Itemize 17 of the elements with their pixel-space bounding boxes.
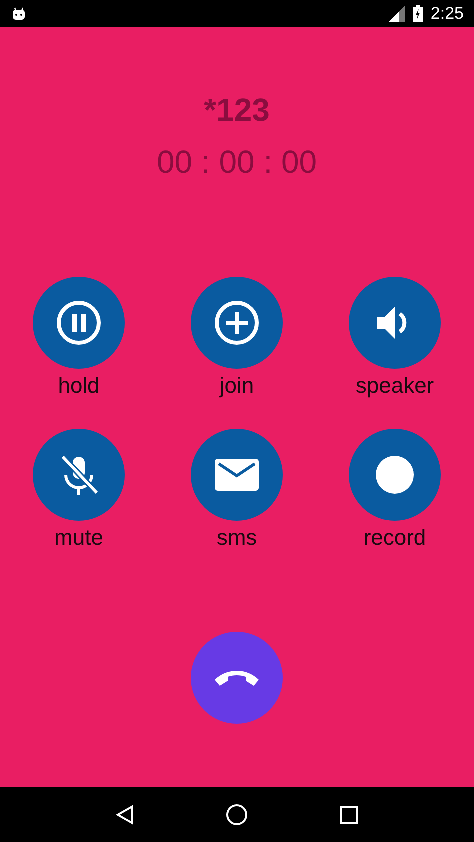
battery-icon bbox=[412, 5, 423, 22]
add-icon bbox=[213, 299, 261, 347]
action-label: record bbox=[364, 525, 426, 551]
action-label: mute bbox=[54, 525, 104, 551]
signal-icon bbox=[388, 6, 405, 22]
recents-icon[interactable] bbox=[340, 806, 358, 824]
android-icon bbox=[12, 6, 26, 20]
action-label: speaker bbox=[356, 373, 434, 399]
home-icon[interactable] bbox=[226, 804, 248, 826]
clock-time: 2:25 bbox=[430, 2, 464, 25]
phone-number: *123 bbox=[204, 91, 270, 129]
action-label: sms bbox=[216, 525, 258, 551]
pause-icon bbox=[55, 299, 103, 347]
action-label: hold bbox=[58, 373, 100, 399]
action-label: join bbox=[220, 373, 254, 399]
back-icon[interactable] bbox=[116, 804, 134, 824]
call-timer: 00 : 00 : 00 bbox=[156, 143, 318, 181]
